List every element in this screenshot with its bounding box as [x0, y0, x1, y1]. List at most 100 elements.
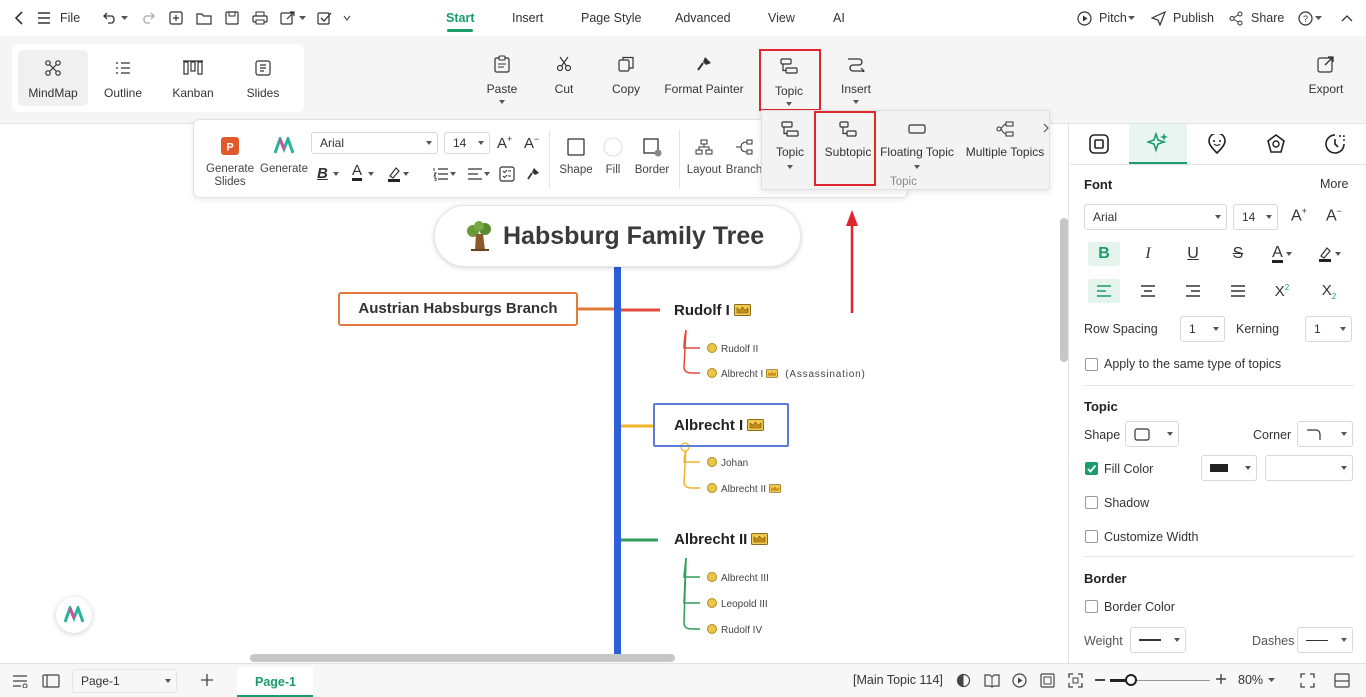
book-view-icon[interactable]	[984, 673, 1000, 688]
zoom-in-icon[interactable]	[1215, 673, 1227, 685]
numbering-icon[interactable]	[433, 167, 449, 181]
align-center-button[interactable]	[1132, 279, 1164, 303]
chevron-down-icon[interactable]	[450, 172, 456, 176]
side-panel-toggle-icon[interactable]	[1334, 673, 1350, 688]
share-icon[interactable]	[1228, 10, 1244, 26]
tab-style-frame[interactable]	[1070, 124, 1128, 164]
bold-style-icon[interactable]: B	[317, 165, 328, 182]
subtopic-albrecht-ii[interactable]: Albrecht II	[707, 483, 782, 495]
panel-toggle-icon[interactable]	[42, 674, 60, 688]
corner-select[interactable]	[1297, 421, 1353, 447]
panel-scroll-right-icon[interactable]	[1043, 123, 1049, 133]
tab-theme[interactable]	[1247, 124, 1305, 164]
kerning-select[interactable]: 1	[1305, 316, 1352, 342]
fill-style-select[interactable]	[1265, 455, 1353, 481]
subtopic-leopold-iii[interactable]: Leopold III	[707, 598, 768, 610]
superscript-button[interactable]: X2	[1266, 279, 1298, 303]
bold-button[interactable]: B	[1088, 242, 1120, 266]
fullscreen-icon[interactable]	[1068, 673, 1083, 688]
chevron-down-icon[interactable]	[484, 172, 490, 176]
checklist-icon[interactable]	[499, 166, 515, 182]
decrease-font-icon[interactable]: A−	[524, 134, 539, 152]
tab-marks[interactable]	[1188, 124, 1246, 164]
font-color-icon[interactable]: A	[352, 163, 363, 181]
tab-ai-style[interactable]	[1129, 124, 1187, 164]
fill-button[interactable]: Fill	[596, 137, 630, 177]
topic-albrecht-ii[interactable]: Albrecht II	[674, 531, 769, 548]
decrease-font-icon[interactable]: A−	[1326, 206, 1342, 225]
subtopic-rudolf-ii[interactable]: Rudolf II	[707, 343, 758, 355]
add-page-icon[interactable]	[200, 673, 214, 687]
multiple-topics-option[interactable]: Multiple Topics	[964, 119, 1046, 159]
row-spacing-select[interactable]: 1	[1180, 316, 1225, 342]
chevron-down-icon[interactable]	[333, 172, 339, 176]
ai-assistant-button[interactable]	[56, 597, 92, 633]
align-icon[interactable]	[467, 167, 483, 181]
panel-font-size-select[interactable]: 14	[1233, 204, 1278, 230]
dashes-select[interactable]	[1297, 627, 1353, 653]
border-color-checkbox[interactable]	[1085, 600, 1098, 613]
insert-topic-option[interactable]: Topic	[770, 119, 810, 169]
page-list-icon[interactable]	[12, 674, 28, 688]
export-button[interactable]: Export	[1304, 48, 1348, 110]
chevron-down-icon[interactable]	[368, 172, 374, 176]
tab-history[interactable]	[1306, 124, 1364, 164]
floating-topic-option[interactable]: Floating Topic	[880, 119, 954, 169]
chevron-down-icon[interactable]	[914, 165, 920, 169]
page-tab-active[interactable]: Page-1	[237, 667, 313, 697]
collapse-ribbon-icon[interactable]	[1339, 10, 1355, 26]
layout-button[interactable]: Layout	[684, 137, 724, 177]
border-button[interactable]: Border	[631, 137, 673, 177]
topic-rudolf-i[interactable]: Rudolf I	[674, 302, 751, 319]
subtopic-johan[interactable]: Johan	[707, 457, 748, 469]
expand-window-icon[interactable]	[1300, 673, 1315, 688]
increase-font-icon[interactable]: A+	[1291, 206, 1307, 225]
shape-button[interactable]: Shape	[556, 137, 596, 177]
zoom-dropdown-icon[interactable]	[1268, 678, 1275, 682]
strikethrough-button[interactable]: S	[1222, 242, 1254, 266]
font-size-select[interactable]: 14	[444, 132, 490, 154]
page-select[interactable]: Page-1	[72, 669, 177, 693]
publish-button[interactable]: Publish	[1173, 9, 1214, 27]
generate-slides-button[interactable]: P Generate Slides	[204, 136, 256, 189]
highlight-icon[interactable]	[387, 166, 401, 182]
pitch-dropdown-icon[interactable]	[1127, 15, 1135, 21]
align-right-button[interactable]	[1177, 279, 1209, 303]
align-left-button[interactable]	[1088, 279, 1120, 303]
apply-same-checkbox[interactable]	[1085, 358, 1098, 371]
shape-select[interactable]	[1125, 421, 1179, 447]
panel-font-family-select[interactable]: Arial	[1084, 204, 1227, 230]
generate-button[interactable]: Generate	[258, 136, 310, 176]
subtopic-rudolf-iv[interactable]: Rudolf IV	[707, 624, 762, 636]
pitch-button[interactable]: Pitch	[1099, 9, 1127, 27]
play-presentation-icon[interactable]	[1012, 673, 1027, 688]
vertical-scrollbar[interactable]	[1060, 218, 1068, 362]
zoom-slider-handle[interactable]	[1125, 674, 1137, 686]
branch-topic[interactable]: Austrian Habsburgs Branch	[338, 292, 578, 326]
help-icon[interactable]: ?	[1297, 10, 1313, 26]
shadow-checkbox[interactable]	[1085, 496, 1098, 509]
underline-button[interactable]: U	[1177, 242, 1209, 266]
fill-color-checkbox[interactable]	[1085, 462, 1098, 475]
font-family-select[interactable]: Arial	[311, 132, 438, 154]
pitch-play-icon[interactable]	[1076, 10, 1092, 26]
highlight-color-button[interactable]	[1313, 242, 1345, 266]
clear-format-icon[interactable]	[526, 167, 540, 181]
customize-width-checkbox[interactable]	[1085, 530, 1098, 543]
chevron-down-icon[interactable]	[403, 172, 409, 176]
publish-send-icon[interactable]	[1150, 10, 1166, 26]
justify-button[interactable]	[1222, 279, 1254, 303]
topic-albrecht-i[interactable]: Albrecht I	[674, 417, 765, 434]
italic-button[interactable]: I	[1132, 242, 1164, 266]
zoom-out-icon[interactable]	[1095, 679, 1105, 681]
subtopic-albrecht-iii[interactable]: Albrecht III	[707, 572, 769, 584]
theme-color-icon[interactable]	[956, 673, 971, 688]
increase-font-icon[interactable]: A+	[497, 134, 512, 152]
subtopic-albrecht-i[interactable]: Albrecht I (Assassination)	[707, 368, 866, 380]
horizontal-scrollbar[interactable]	[250, 654, 675, 662]
central-topic[interactable]: Habsburg Family Tree	[434, 205, 801, 267]
zoom-level[interactable]: 80%	[1238, 673, 1263, 687]
subscript-button[interactable]: X2	[1313, 279, 1345, 303]
fill-color-select[interactable]	[1201, 455, 1257, 481]
text-color-button[interactable]: A	[1266, 242, 1298, 266]
